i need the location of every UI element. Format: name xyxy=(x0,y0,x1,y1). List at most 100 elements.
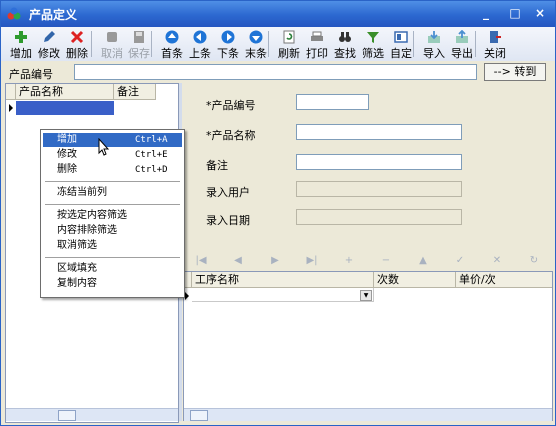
product-code-input[interactable] xyxy=(74,64,477,80)
menu-item-1[interactable]: 修改 Ctrl+E xyxy=(43,148,182,162)
navigator-button-6[interactable]: ▲ xyxy=(411,254,435,268)
funnel-icon xyxy=(367,32,379,43)
refresh-icon xyxy=(283,30,295,44)
x-delete-icon xyxy=(70,30,84,44)
left-horizontal-scrollbar[interactable] xyxy=(6,408,178,421)
navigator-button-0[interactable]: |◀ xyxy=(189,254,213,268)
navigator-button-4[interactable]: + xyxy=(337,254,361,268)
menu-item-4[interactable]: 冻结当前列 xyxy=(43,186,182,200)
process-detail-grid[interactable]: 工序名称 次数 单价/次 ▼ xyxy=(183,271,553,421)
column-header-unit-price[interactable]: 单价/次 xyxy=(456,272,552,288)
product-code-bar: 产品编号 --> 转到 xyxy=(1,61,555,83)
dropdown-icon[interactable]: ▼ xyxy=(360,290,372,301)
selected-row-cell[interactable] xyxy=(16,101,114,115)
minimize-button[interactable]: _ xyxy=(477,5,495,22)
arrow-right-icon xyxy=(221,30,235,44)
menu-item-label: 修改 xyxy=(57,149,77,160)
menu-item-label: 内容排除筛选 xyxy=(57,225,117,236)
menu-item-label: 增加 xyxy=(57,134,77,145)
binoculars-icon xyxy=(339,32,351,42)
entry-user-field-label: 录入用户 xyxy=(206,186,250,199)
toolbar-separator xyxy=(413,31,414,57)
title-bar: 产品定义 _ □ × xyxy=(1,1,555,27)
export-button[interactable]: 导出 xyxy=(447,29,477,60)
app-logo-icon xyxy=(7,7,21,20)
save-button[interactable]: 保存 xyxy=(124,29,154,60)
toolbar-separator xyxy=(151,31,152,57)
process-name-cell[interactable]: ▼ xyxy=(192,288,374,302)
scroll-thumb[interactable] xyxy=(58,410,76,421)
last-button[interactable]: 末条 xyxy=(241,29,271,60)
app-window: 产品定义 _ □ × 增加 修改 删除 取消 保存 首条 上条 下条 末条 刷新 打印 查找 筛选 自定导… xyxy=(0,0,556,426)
exit-icon xyxy=(490,31,501,43)
pencil-icon xyxy=(44,31,55,42)
menu-item-7[interactable]: 内容排除筛选 xyxy=(43,224,182,238)
delete-button[interactable]: 删除 xyxy=(62,29,92,60)
menu-separator xyxy=(45,257,180,258)
navigator-button-8[interactable]: ✕ xyxy=(485,254,509,268)
column-header-remark[interactable]: 备注 xyxy=(114,84,156,100)
import-icon xyxy=(428,31,440,43)
remark-field-label: 备注 xyxy=(206,159,228,172)
scroll-thumb[interactable] xyxy=(190,410,208,421)
menu-item-6[interactable]: 按选定内容筛选 xyxy=(43,209,182,223)
close-button-label: 关闭 xyxy=(484,47,506,60)
close-window-button[interactable]: × xyxy=(531,5,549,22)
navigator-button-3[interactable]: ▶| xyxy=(300,254,324,268)
delete-button-label: 删除 xyxy=(66,47,88,60)
toolbar: 增加 修改 删除 取消 保存 首条 上条 下条 末条 刷新 打印 查找 筛选 自定 导入 导出 关闭 xyxy=(1,27,555,62)
menu-item-11[interactable]: 复制内容 xyxy=(43,277,182,291)
row-indicator-header xyxy=(6,84,16,100)
menu-item-8[interactable]: 取消筛选 xyxy=(43,239,182,253)
arrow-down-icon xyxy=(249,30,263,44)
custom-button[interactable]: 自定 xyxy=(386,29,416,60)
row-indicator-header xyxy=(184,272,192,288)
product-name-field[interactable] xyxy=(296,124,462,140)
menu-item-label: 区域填充 xyxy=(57,263,97,274)
menu-item-label: 复制内容 xyxy=(57,278,97,289)
column-header-product-name[interactable]: 产品名称 xyxy=(16,84,114,100)
menu-item-label: 按选定内容筛选 xyxy=(57,210,127,221)
navigator-button-9[interactable]: ↻ xyxy=(522,254,546,268)
product-name-field-label: *产品名称 xyxy=(206,129,256,142)
navigator-button-1[interactable]: ◀ xyxy=(226,254,250,268)
product-code-field-label: *产品编号 xyxy=(206,99,256,112)
menu-separator xyxy=(45,204,180,205)
window-title: 产品定义 xyxy=(29,8,78,22)
menu-item-0[interactable]: 增加 Ctrl+A xyxy=(43,133,182,147)
remark-field[interactable] xyxy=(296,154,462,170)
mouse-cursor-icon xyxy=(98,138,110,156)
navigator-button-7[interactable]: ✓ xyxy=(448,254,472,268)
toolbar-separator xyxy=(268,31,269,57)
plus-icon xyxy=(15,31,27,43)
maximize-button[interactable]: □ xyxy=(506,5,524,22)
export-icon xyxy=(456,30,468,43)
menu-item-label: 冻结当前列 xyxy=(57,187,107,198)
current-row-indicator-icon xyxy=(185,292,189,300)
save-icon xyxy=(134,31,144,43)
column-header-count[interactable]: 次数 xyxy=(374,272,456,288)
arrow-up-icon xyxy=(165,30,179,44)
close-button[interactable]: 关闭 xyxy=(480,29,510,60)
menu-item-label: 删除 xyxy=(57,164,77,175)
navigator-button-2[interactable]: ▶ xyxy=(263,254,287,268)
menu-item-10[interactable]: 区域填充 xyxy=(43,262,182,276)
menu-item-shortcut: Ctrl+E xyxy=(135,150,168,160)
product-code-field[interactable] xyxy=(296,94,369,110)
column-header-process-name[interactable]: 工序名称 xyxy=(192,272,374,288)
printer-icon xyxy=(311,31,323,41)
entry-user-field xyxy=(296,181,462,197)
menu-separator xyxy=(45,181,180,182)
goto-button[interactable]: --> 转到 xyxy=(484,63,546,81)
menu-item-shortcut: Ctrl+A xyxy=(135,135,168,145)
grid-horizontal-scrollbar[interactable] xyxy=(184,408,552,421)
toolbar-separator xyxy=(91,31,92,57)
layout-icon xyxy=(394,31,408,43)
navigator-button-5[interactable]: − xyxy=(374,254,398,268)
arrow-left-icon xyxy=(193,30,207,44)
context-menu: 增加 Ctrl+A 修改 Ctrl+E 删除 Ctrl+D 冻结当前列按选定内容筛选 内容排除… xyxy=(40,129,185,298)
product-code-label: 产品编号 xyxy=(9,68,53,81)
menu-item-2[interactable]: 删除 Ctrl+D xyxy=(43,163,182,177)
current-row-indicator-icon xyxy=(9,104,13,112)
menu-item-shortcut: Ctrl+D xyxy=(135,165,168,175)
